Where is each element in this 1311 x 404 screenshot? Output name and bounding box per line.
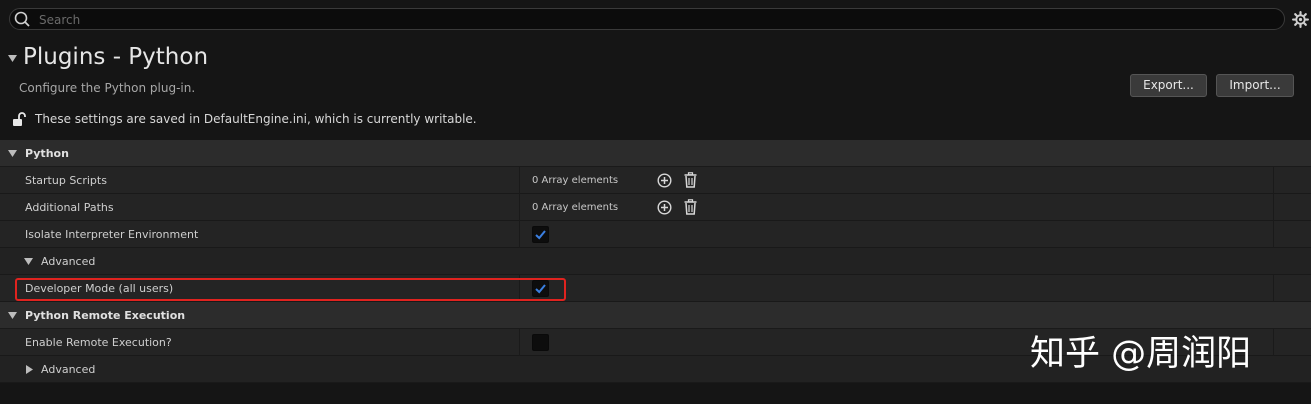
category-python[interactable]: Python [0,140,1311,167]
unlocked-icon [13,112,26,126]
trash-icon[interactable] [684,172,697,188]
property-label: Developer Mode (all users) [25,282,174,295]
search-bar [9,8,1285,30]
search-input[interactable] [37,10,1241,30]
checkmark-icon [535,284,546,294]
expanded-caret-icon [8,150,17,157]
column-divider[interactable] [519,275,520,302]
property-row-startup-scripts: Startup Scripts 0 Array elements [0,167,1311,194]
developer-mode-checkbox[interactable] [532,280,549,297]
add-element-icon[interactable] [657,200,672,215]
category-label: Python Remote Execution [25,309,186,322]
watermark: 知乎 @周润阳 [1030,334,1252,374]
import-button[interactable]: Import... [1216,74,1294,97]
isolate-interpreter-checkbox[interactable] [532,226,549,243]
property-row-developer-mode: Developer Mode (all users) [0,275,1311,302]
column-divider [1273,221,1274,248]
group-label: Advanced [41,255,96,268]
advanced-group-python[interactable]: Advanced [0,248,1311,275]
column-divider [1273,275,1274,302]
property-label: Startup Scripts [25,174,107,187]
column-divider[interactable] [519,194,520,221]
search-icon [14,11,30,27]
property-label: Isolate Interpreter Environment [25,228,199,241]
export-button[interactable]: Export... [1130,74,1207,97]
gear-icon[interactable] [1292,11,1309,28]
column-divider[interactable] [519,329,520,356]
enable-remote-execution-checkbox[interactable] [532,334,549,351]
expanded-caret-icon [8,312,17,319]
trash-icon[interactable] [684,199,697,215]
collapsed-caret-icon [26,365,33,374]
property-label: Enable Remote Execution? [25,336,172,349]
page-title: Plugins - Python [23,44,209,70]
column-divider[interactable] [519,167,520,194]
column-divider [1273,167,1274,194]
category-label: Python [25,147,69,160]
property-row-additional-paths: Additional Paths 0 Array elements [0,194,1311,221]
array-count: 0 Array elements [532,175,619,186]
config-status-note: These settings are saved in DefaultEngin… [35,112,477,126]
page-description: Configure the Python plug-in. [19,81,196,95]
checkmark-icon [535,230,546,240]
column-divider [1273,194,1274,221]
expanded-caret-icon [24,258,33,265]
array-count: 0 Array elements [532,202,619,213]
collapse-caret-icon[interactable] [8,55,17,62]
property-row-isolate-interpreter: Isolate Interpreter Environment [0,221,1311,248]
column-divider [1273,329,1274,356]
column-divider[interactable] [519,221,520,248]
group-label: Advanced [41,363,96,376]
add-element-icon[interactable] [657,173,672,188]
property-label: Additional Paths [25,201,114,214]
